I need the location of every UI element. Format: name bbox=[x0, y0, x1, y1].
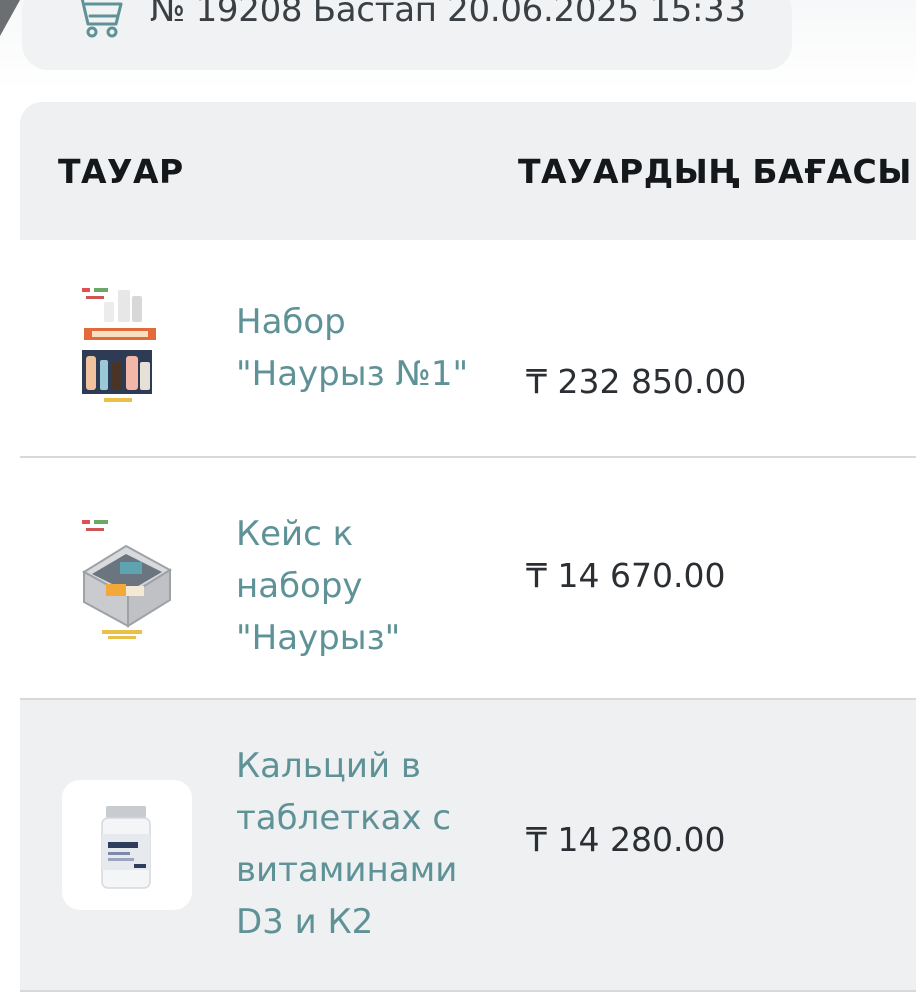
order-number-date: № 19208 Бастап 20.06.2025 15:33 bbox=[150, 0, 746, 30]
product-price: ₸ 14 670.00 bbox=[526, 556, 726, 595]
order-header[interactable]: № 19208 Бастап 20.06.2025 15:33 bbox=[22, 0, 792, 70]
order-items-table: ТАУАР ТАУАРДЫҢ БАҒАСЫ Набор "Наурыз №1" … bbox=[20, 102, 916, 992]
table-row[interactable]: Кальций в таблетках с витаминами D3 и К2… bbox=[20, 700, 916, 992]
column-header-price: ТАУАРДЫҢ БАҒАСЫ bbox=[518, 152, 912, 191]
product-case-image[interactable] bbox=[78, 516, 176, 644]
cart-icon bbox=[80, 0, 123, 38]
product-name-link[interactable]: Набор "Наурыз №1" bbox=[236, 296, 496, 400]
column-header-product: ТАУАР bbox=[58, 152, 184, 191]
order-page: № 19208 Бастап 20.06.2025 15:33 ТАУАР ТА… bbox=[0, 0, 916, 1000]
table-header: ТАУАР ТАУАРДЫҢ БАҒАСЫ bbox=[20, 102, 916, 240]
table-row[interactable]: Набор "Наурыз №1" ₸ 232 850.00 bbox=[20, 240, 916, 458]
table-row[interactable]: Кейс к набору "Наурыз" ₸ 14 670.00 bbox=[20, 458, 916, 700]
product-set-image[interactable] bbox=[78, 284, 160, 410]
product-name-link[interactable]: Кейс к набору "Наурыз" bbox=[236, 508, 476, 664]
product-name-link[interactable]: Кальций в таблетках с витаминами D3 и К2 bbox=[236, 740, 506, 948]
product-bottle-image[interactable] bbox=[62, 780, 192, 910]
product-price: ₸ 232 850.00 bbox=[526, 362, 747, 401]
product-price: ₸ 14 280.00 bbox=[526, 820, 726, 859]
corner-shadow bbox=[0, 0, 20, 36]
